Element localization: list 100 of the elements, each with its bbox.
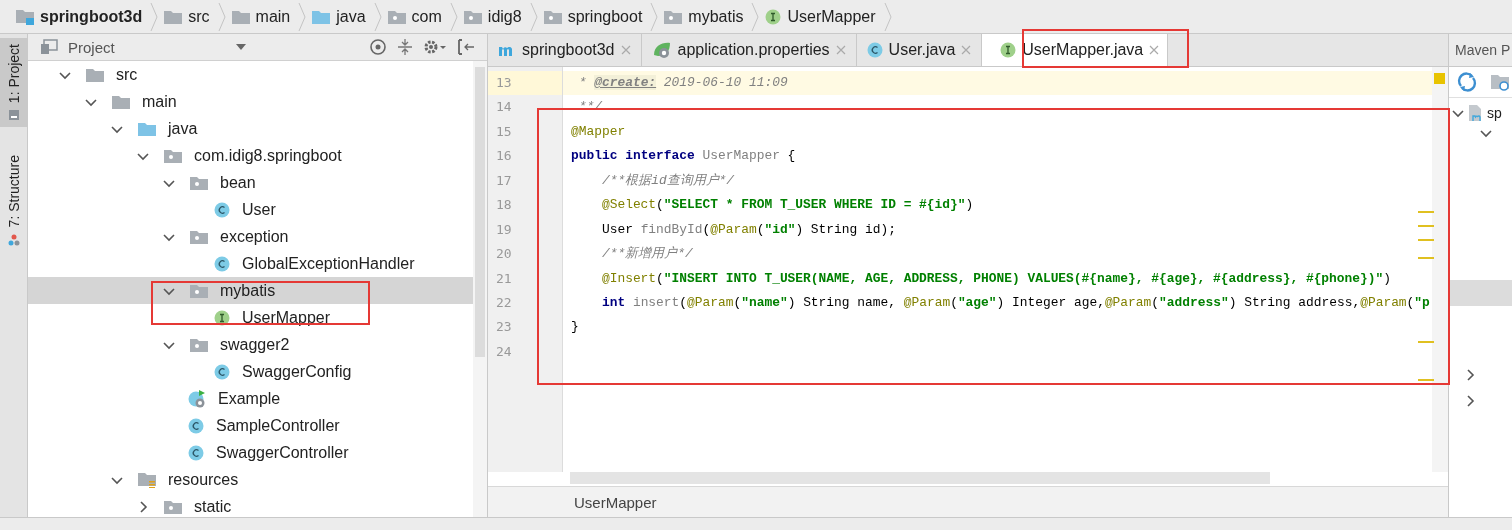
tree-item[interactable]: main bbox=[28, 88, 473, 115]
line-number: 23 bbox=[495, 318, 513, 337]
code-line: @Select("SELECT * FROM T_USER WHERE ID = #{id}") bbox=[600, 197, 974, 213]
editor-tab[interactable]: springboot3d bbox=[488, 34, 642, 66]
folder-icon bbox=[312, 9, 331, 24]
tree-item[interactable]: resources bbox=[28, 466, 473, 493]
code-line: public interface UserMapper { bbox=[571, 148, 796, 164]
tree-item[interactable]: static bbox=[28, 493, 473, 517]
folder-icon bbox=[112, 94, 130, 109]
breadcrumb-item[interactable]: idig8 bbox=[457, 7, 530, 26]
tree-item[interactable]: sp bbox=[1449, 98, 1512, 122]
close-icon[interactable] bbox=[961, 45, 972, 55]
code-line: @Insert("INSERT INTO T_USER(NAME, AGE, ADDRESS, PHONE) VALUES(#{name}, #{age}, #{address}, #{phone})") bbox=[600, 270, 1391, 286]
tree-item[interactable]: SampleController bbox=[28, 412, 473, 439]
code-line: /**新增用户*/ bbox=[600, 246, 693, 262]
scrollbar-thumb[interactable] bbox=[570, 472, 1270, 484]
project-view-icon bbox=[40, 39, 58, 55]
tree-item[interactable]: User bbox=[28, 196, 473, 223]
line-number: 18 bbox=[495, 196, 513, 215]
refresh-icon bbox=[1457, 72, 1477, 92]
breadcrumb-item[interactable]: main bbox=[225, 7, 299, 26]
locate-icon bbox=[369, 38, 387, 56]
close-icon[interactable] bbox=[620, 45, 631, 55]
package-icon bbox=[543, 9, 562, 24]
breadcrumb-item[interactable]: mybatis bbox=[658, 7, 752, 26]
breadcrumb-item[interactable]: springboot3d bbox=[10, 7, 151, 26]
stripe-marker[interactable] bbox=[1418, 239, 1434, 241]
tree-item[interactable]: com.idig8.springboot bbox=[28, 142, 473, 169]
tree-item[interactable]: java bbox=[28, 115, 473, 142]
code-line: } bbox=[571, 319, 579, 335]
panel-icon bbox=[7, 109, 20, 122]
tree-item[interactable]: UserMapper bbox=[28, 304, 473, 331]
breadcrumb-item[interactable]: src bbox=[158, 7, 218, 26]
stripe-marker[interactable] bbox=[1418, 341, 1434, 343]
package-icon bbox=[387, 9, 406, 24]
line-number: 21 bbox=[495, 269, 513, 288]
interface-icon bbox=[214, 309, 230, 326]
code-line: @Mapper bbox=[571, 123, 626, 139]
tree-item[interactable]: GlobalExceptionHandler bbox=[28, 250, 473, 277]
breadcrumb-item[interactable]: UserMapper bbox=[759, 7, 884, 26]
hide-panel-icon bbox=[457, 38, 475, 56]
stripe-marker[interactable] bbox=[1418, 211, 1434, 213]
stripe-marker[interactable] bbox=[1418, 257, 1434, 259]
line-number: 24 bbox=[495, 342, 513, 361]
close-icon[interactable] bbox=[1149, 45, 1160, 55]
tool-window-tab[interactable]: 7: Structure bbox=[0, 149, 27, 252]
close-icon[interactable] bbox=[835, 45, 846, 55]
line-number: 13 bbox=[488, 71, 562, 96]
class-icon bbox=[866, 42, 883, 58]
breadcrumb-item[interactable]: java bbox=[306, 7, 374, 26]
spring-leaf-icon bbox=[651, 41, 672, 59]
line-number: 20 bbox=[495, 245, 513, 264]
stripe-marker[interactable] bbox=[1418, 225, 1434, 227]
tool-window-tab[interactable]: 1: Project bbox=[0, 38, 27, 128]
breadcrumb-item[interactable]: com bbox=[381, 7, 450, 26]
folder-icon bbox=[231, 9, 250, 24]
class-icon bbox=[214, 363, 230, 380]
folder-icon bbox=[164, 9, 183, 24]
line-number: 17 bbox=[495, 171, 513, 190]
code-line: User findById(@Param("id") String id); bbox=[600, 221, 896, 237]
class-icon bbox=[188, 417, 204, 434]
settings-icon bbox=[423, 38, 447, 56]
reimport-icon bbox=[1491, 72, 1509, 92]
spring-class-icon bbox=[188, 389, 206, 408]
scrollbar-thumb[interactable] bbox=[475, 67, 485, 357]
tree-item[interactable]: mybatis bbox=[28, 277, 473, 304]
folder-icon bbox=[86, 67, 104, 82]
stripe-marker[interactable] bbox=[1418, 379, 1434, 381]
code-line: /**根据id查询用户*/ bbox=[600, 172, 735, 188]
class-icon bbox=[188, 444, 204, 461]
interface-icon bbox=[765, 8, 782, 25]
tree-item[interactable]: src bbox=[28, 61, 473, 88]
code-line: int insert(@Param("name") String name, @Param("age") Integer age,@Param("address") String address,@Param("p bbox=[600, 294, 1430, 310]
warning-marker[interactable] bbox=[1434, 73, 1445, 84]
tree-item[interactable]: swagger2 bbox=[28, 331, 473, 358]
package-icon bbox=[664, 9, 683, 24]
interface-icon bbox=[1000, 42, 1017, 58]
package-icon bbox=[164, 148, 182, 163]
structure-icon bbox=[7, 233, 20, 246]
dropdown-icon bbox=[234, 43, 247, 51]
line-number: 16 bbox=[495, 147, 513, 166]
editor-tab[interactable]: UserMapper.java bbox=[982, 34, 1169, 66]
collapse-all-icon bbox=[397, 38, 413, 56]
editor-tab[interactable]: application.properties bbox=[641, 34, 857, 66]
tree-item[interactable]: exception bbox=[28, 223, 473, 250]
tree-item[interactable]: SwaggerConfig bbox=[28, 358, 473, 385]
breadcrumb-item[interactable]: springboot bbox=[537, 7, 651, 26]
tree-item[interactable]: bean bbox=[28, 169, 473, 196]
editor-breadcrumb[interactable]: UserMapper bbox=[574, 493, 657, 511]
class-icon bbox=[214, 255, 230, 272]
package-icon bbox=[190, 175, 208, 190]
resources-folder-icon bbox=[138, 471, 156, 488]
panel-title[interactable]: Project bbox=[68, 38, 115, 56]
package-icon bbox=[190, 337, 208, 352]
tree-item[interactable]: SwaggerController bbox=[28, 439, 473, 466]
tree-item[interactable]: Example bbox=[28, 385, 473, 412]
line-number: 22 bbox=[495, 293, 513, 312]
line-number: 15 bbox=[495, 122, 513, 141]
package-icon bbox=[164, 499, 182, 514]
line-number: 14 bbox=[495, 98, 513, 117]
